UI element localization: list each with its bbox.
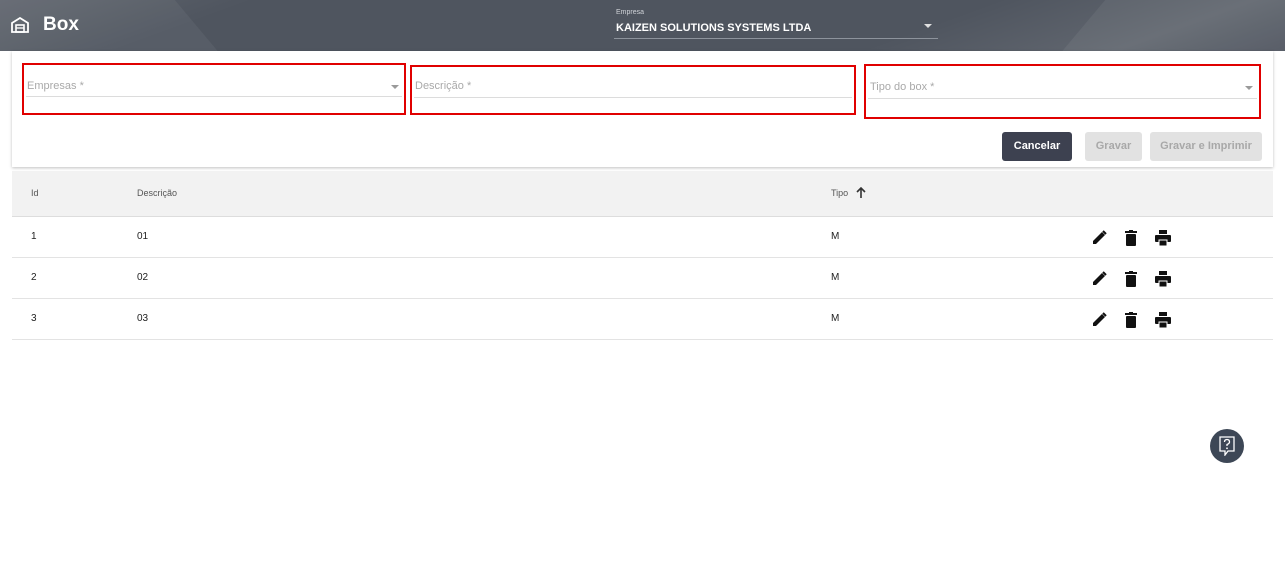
delete-icon[interactable] [1122, 229, 1140, 247]
table-header: Id Descrição Tipo [12, 171, 1273, 217]
cell-tipo: M [831, 272, 840, 283]
chevron-down-icon [391, 85, 399, 89]
cell-id: 2 [31, 272, 37, 283]
column-header-tipo[interactable]: Tipo [831, 188, 848, 198]
sort-ascending-icon[interactable] [855, 187, 867, 199]
company-value: KAIZEN SOLUTIONS SYSTEMS LTDA [616, 22, 812, 34]
company-label: Empresa [616, 9, 645, 16]
cell-id: 1 [31, 231, 37, 242]
tipo-box-placeholder: Tipo do box * [870, 81, 935, 93]
cell-descricao: 02 [137, 272, 149, 283]
table-row[interactable]: 3 03 M [12, 299, 1273, 340]
table-row[interactable]: 1 01 M [12, 217, 1273, 258]
tipo-box-select[interactable]: Tipo do box * [864, 64, 1261, 119]
cell-id: 3 [31, 313, 37, 324]
cell-descricao: 03 [137, 313, 149, 324]
help-icon [1219, 436, 1235, 456]
field-underline [26, 96, 402, 97]
empresas-placeholder: Empresas * [27, 80, 84, 92]
print-icon[interactable] [1154, 311, 1172, 329]
cell-tipo: M [831, 313, 840, 324]
descricao-placeholder: Descrição * [415, 80, 472, 92]
cell-descricao: 01 [137, 231, 149, 242]
field-underline [414, 97, 852, 98]
page-title: Box [43, 14, 79, 35]
column-header-id[interactable]: Id [31, 188, 39, 198]
empresas-select[interactable]: Empresas * [22, 63, 406, 115]
warehouse-icon [11, 17, 29, 33]
help-button[interactable] [1210, 429, 1244, 463]
print-icon[interactable] [1154, 229, 1172, 247]
chevron-down-icon [924, 24, 932, 28]
column-header-descricao[interactable]: Descrição [137, 188, 177, 198]
box-table: Id Descrição Tipo 1 01 M 2 02 M 3 03 M [12, 171, 1273, 340]
delete-icon[interactable] [1122, 270, 1140, 288]
table-row[interactable]: 2 02 M [12, 258, 1273, 299]
save-and-print-button[interactable]: Gravar e Imprimir [1150, 132, 1262, 161]
edit-icon[interactable] [1090, 270, 1108, 288]
delete-icon[interactable] [1122, 311, 1140, 329]
chevron-down-icon [1245, 86, 1253, 90]
cell-tipo: M [831, 231, 840, 242]
app-header: Box Empresa KAIZEN SOLUTIONS SYSTEMS LTD… [0, 0, 1285, 51]
edit-icon[interactable] [1090, 229, 1108, 247]
print-icon[interactable] [1154, 270, 1172, 288]
descricao-input[interactable]: Descrição * [410, 65, 856, 115]
field-underline [868, 98, 1257, 99]
save-button[interactable]: Gravar [1085, 132, 1142, 161]
edit-icon[interactable] [1090, 311, 1108, 329]
cancel-button[interactable]: Cancelar [1002, 132, 1072, 161]
